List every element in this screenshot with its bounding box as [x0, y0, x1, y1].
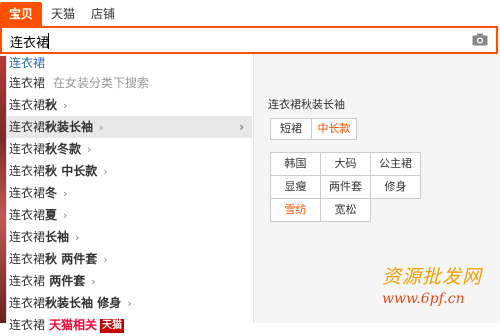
site-watermark: 资源批发网 www.6pf.cn — [382, 262, 500, 318]
suggestion-item[interactable]: 连衣裙 天猫相关 天猫 — [7, 314, 252, 336]
side-panel-title: 连衣裙秋装长袖 — [268, 98, 345, 111]
suggestion-base-text: 连衣裙 — [9, 208, 46, 222]
chevron-right-icon: › — [63, 187, 68, 200]
chevron-right-icon: › — [99, 121, 104, 134]
watermark-url: www.6pf.cn — [382, 291, 465, 307]
suggestion-keyword: 冬 — [45, 186, 58, 200]
chevron-right-icon: › — [87, 143, 92, 156]
attr-princess[interactable]: 公主裙 — [370, 152, 421, 176]
suggestion-item[interactable]: 连衣裙秋装长袖 › › — [7, 116, 252, 138]
suggestion-keyword: 两件套 — [45, 274, 86, 288]
suggestion-base-text: 连衣裙 — [9, 142, 46, 156]
option-short-skirt[interactable]: 短裙 — [270, 118, 312, 140]
suggestion-category-hint: 在女装分类下搜索 — [53, 76, 150, 90]
suggestion-keyword: 秋 — [45, 98, 58, 112]
suggestion-item[interactable]: 连衣裙长袖 › — [7, 226, 252, 248]
chevron-right-icon: › — [103, 253, 108, 266]
suggestion-base-text: 连衣裙 — [9, 252, 46, 266]
suggestion-item[interactable]: 连衣裙秋 两件套 › — [7, 248, 252, 270]
attr-chiffon[interactable]: 雪纺 — [270, 198, 321, 222]
suggestion-base-text: 连衣裙 — [9, 98, 46, 112]
suggestion-keyword: 秋 中长款 — [45, 164, 98, 178]
chevron-right-icon: › — [239, 120, 244, 134]
chevron-right-icon: › — [63, 99, 68, 112]
chevron-right-icon: › — [75, 231, 80, 244]
tmall-related-label: 天猫相关 — [49, 318, 98, 332]
suggestion-item[interactable]: 连衣裙秋 中长款 › — [7, 160, 252, 182]
tab-shop[interactable]: 店铺 — [86, 2, 120, 26]
tab-baobei[interactable]: 宝贝 — [0, 2, 42, 26]
suggestion-base-text: 连衣裙 — [9, 76, 46, 90]
length-options: 短裙 中长款 — [270, 118, 357, 140]
suggestion-keyword: 夏 — [45, 208, 58, 222]
chevron-right-icon: › — [103, 165, 108, 178]
camera-icon[interactable] — [472, 33, 488, 46]
watermark-title: 资源批发网 — [382, 266, 483, 288]
attr-two-piece[interactable]: 两件套 — [320, 175, 371, 199]
suggestion-item[interactable]: 连衣裙夏 › — [7, 204, 252, 226]
chevron-right-icon: › — [63, 209, 68, 222]
suggestion-keyword: 秋装长袖 — [45, 120, 94, 134]
search-type-tabs: 宝贝 天猫 店铺 — [0, 0, 500, 28]
suggestion-base-text: 连衣裙 — [9, 296, 46, 310]
attr-fitted[interactable]: 修身 — [370, 175, 421, 199]
suggestion-item[interactable]: 连衣裙秋 › — [7, 94, 252, 116]
suggestion-base-text: 连衣裙 — [9, 120, 46, 134]
attr-loose[interactable]: 宽松 — [320, 198, 371, 222]
suggestion-keyword: 秋装长袖 修身 — [45, 296, 122, 310]
suggestion-item[interactable]: 连衣裙冬 › — [7, 182, 252, 204]
search-input[interactable] — [10, 32, 450, 50]
suggestion-item[interactable]: 连衣裙秋装长袖 修身 › — [7, 292, 252, 314]
suggestion-item[interactable]: 连衣裙 — [7, 54, 252, 72]
attr-plus-size[interactable]: 大码 — [320, 152, 371, 176]
suggestion-base-text: 连衣裙 — [9, 230, 46, 244]
suggestion-item[interactable]: 连衣裙 两件套 › — [7, 270, 252, 292]
suggestion-list: 连衣裙 连衣裙 在女装分类下搜索 连衣裙秋 › 连衣裙秋装长袖 › › 连衣裙秋冬款 › 连衣裙秋 … — [7, 54, 252, 336]
suggestion-keyword: 秋 两件套 — [45, 252, 98, 266]
suggestion-base-text: 连衣裙 — [9, 56, 46, 70]
option-mid-length[interactable]: 中长款 — [311, 118, 357, 140]
suggestion-keyword: 长袖 — [45, 230, 70, 244]
suggestion-item[interactable]: 连衣裙秋冬款 › — [7, 138, 252, 160]
attr-korea[interactable]: 韩国 — [270, 152, 321, 176]
suggestion-base-text: 连衣裙 — [9, 318, 46, 332]
suggestion-base-text: 连衣裙 — [9, 164, 46, 178]
attribute-grid: 韩国 大码 公主裙 显瘦 两件套 修身 雪纺 宽松 — [270, 152, 421, 222]
attr-slimming[interactable]: 显瘦 — [270, 175, 321, 199]
tmall-logo-icon: 天猫 — [100, 318, 125, 333]
tab-tmall[interactable]: 天猫 — [46, 2, 80, 26]
suggestion-base-text: 连衣裙 — [9, 274, 46, 288]
search-box — [0, 26, 498, 54]
chevron-right-icon: › — [91, 275, 96, 288]
suggestion-item[interactable]: 连衣裙 在女装分类下搜索 — [7, 72, 252, 94]
suggestion-base-text: 连衣裙 — [9, 186, 46, 200]
suggestion-keyword: 秋冬款 — [45, 142, 82, 156]
text-caret — [48, 33, 49, 49]
chevron-right-icon: › — [127, 297, 132, 310]
